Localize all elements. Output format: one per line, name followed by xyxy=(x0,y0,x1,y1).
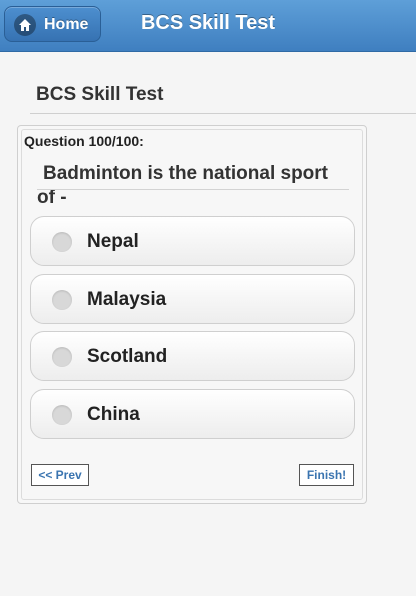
option-nepal[interactable]: Nepal xyxy=(30,216,355,266)
radio-icon[interactable] xyxy=(52,347,72,367)
radio-icon[interactable] xyxy=(52,232,72,252)
radio-icon[interactable] xyxy=(52,290,72,310)
heading-divider xyxy=(30,113,416,114)
option-label: Malaysia xyxy=(87,289,167,310)
option-scotland[interactable]: Scotland xyxy=(30,331,355,381)
page-title: BCS Skill Test xyxy=(36,84,164,105)
radio-icon[interactable] xyxy=(52,405,72,425)
option-china[interactable]: China xyxy=(30,389,355,439)
question-number: Question 100/100: xyxy=(24,133,144,149)
option-label: China xyxy=(87,404,140,425)
finish-button[interactable]: Finish! xyxy=(299,464,354,486)
question-text: Badminton is the national sport of - xyxy=(37,163,329,208)
prev-button[interactable]: << Prev xyxy=(31,464,89,486)
app-header: Home BCS Skill Test xyxy=(0,0,416,52)
question-divider xyxy=(37,189,349,190)
option-label: Nepal xyxy=(87,231,139,252)
option-malaysia[interactable]: Malaysia xyxy=(30,274,355,324)
option-label: Scotland xyxy=(87,346,168,367)
header-title: BCS Skill Test xyxy=(140,12,276,34)
